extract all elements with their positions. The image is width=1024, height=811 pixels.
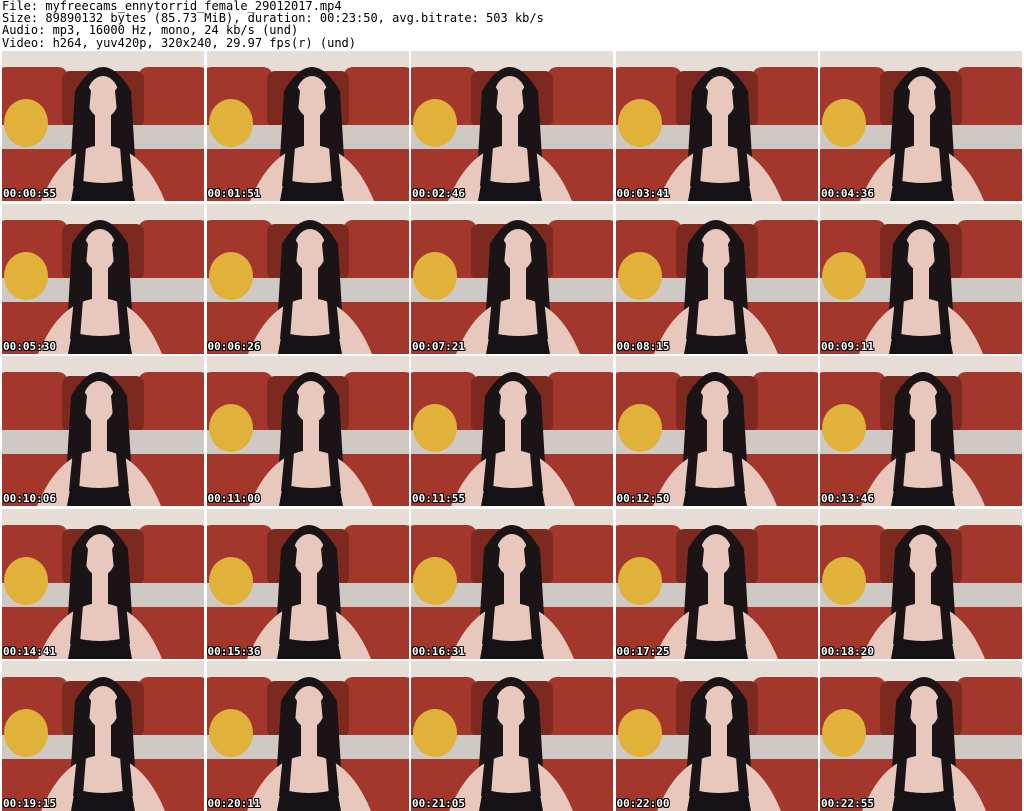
thumbnail-timestamp: 00:15:36 (207, 644, 261, 658)
thumbnail-frame-image (2, 356, 204, 506)
video-thumbnail: 00:07:21 (411, 203, 613, 354)
file-info-header: File: myfreecams_ennytorrid_female_29012… (2, 0, 1022, 50)
thumbnail-frame-image (411, 203, 613, 354)
thumbnail-timestamp: 00:20:11 (207, 797, 261, 810)
thumbnail-frame-image (820, 51, 1022, 201)
thumbnail-timestamp: 00:18:20 (821, 644, 874, 658)
video-thumbnail: 00:16:31 (411, 508, 613, 659)
video-thumbnail: 00:12:50 (615, 356, 818, 506)
thumbnail-frame-image (820, 661, 1022, 811)
thumbnail-grid: 00:00:55 00:01:51 00:02:46 00:03:41 00:04:36… (2, 51, 1022, 811)
thumbnail-frame-image (411, 508, 613, 659)
thumbnail-timestamp: 00:21:05 (412, 797, 465, 810)
video-thumbnail: 00:15:36 (206, 508, 409, 659)
thumbnail-frame-image (411, 661, 613, 811)
video-thumbnail: 00:09:11 (820, 203, 1022, 354)
thumbnail-frame-image (2, 51, 204, 201)
thumbnail-timestamp: 00:08:15 (616, 339, 670, 353)
video-thumbnail: 00:08:15 (615, 203, 818, 354)
thumbnail-frame-image (820, 203, 1022, 354)
thumbnail-frame-image (615, 203, 818, 354)
thumbnail-frame-image (206, 508, 409, 659)
thumbnail-frame-image (820, 356, 1022, 506)
video-thumbnail: 00:01:51 (206, 51, 409, 201)
video-thumbnail: 00:02:46 (411, 51, 613, 201)
thumbnail-timestamp: 00:22:55 (821, 797, 874, 810)
thumbnail-timestamp: 00:06:26 (207, 339, 261, 353)
thumbnail-timestamp: 00:02:46 (412, 187, 465, 200)
video-thumbnail: 00:17:25 (615, 508, 818, 659)
thumbnail-frame-image (206, 356, 409, 506)
thumbnail-timestamp: 00:09:11 (821, 339, 874, 353)
thumbnail-timestamp: 00:22:00 (616, 797, 670, 810)
thumbnail-timestamp: 00:10:06 (3, 492, 56, 505)
video-thumbnail: 00:03:41 (615, 51, 818, 201)
video-thumbnail: 00:11:55 (411, 356, 613, 506)
thumbnail-frame-image (2, 661, 204, 811)
thumbnail-frame-image (206, 203, 409, 354)
thumbnail-frame-image (615, 51, 818, 201)
thumbnail-frame-image (411, 51, 613, 201)
video-thumbnail: 00:05:30 (2, 203, 204, 354)
thumbnail-timestamp: 00:00:55 (3, 187, 56, 200)
thumbnail-timestamp: 00:03:41 (616, 187, 670, 200)
video-thumbnail: 00:18:20 (820, 508, 1022, 659)
video-thumbnail: 00:04:36 (820, 51, 1022, 201)
video-thumbnail: 00:21:05 (411, 661, 613, 811)
thumbnail-timestamp: 00:11:55 (412, 492, 465, 505)
thumbnail-timestamp: 00:13:46 (821, 492, 874, 505)
video-thumbnail: 00:06:26 (206, 203, 409, 354)
thumbnail-timestamp: 00:01:51 (207, 187, 261, 200)
thumbnail-timestamp: 00:14:41 (3, 644, 56, 658)
thumbnail-frame-image (615, 508, 818, 659)
thumbnail-timestamp: 00:19:15 (3, 797, 56, 810)
video-thumbnail: 00:10:06 (2, 356, 204, 506)
video-thumbnail: 00:19:15 (2, 661, 204, 811)
video-thumbnail: 00:13:46 (820, 356, 1022, 506)
thumbnail-timestamp: 00:07:21 (412, 339, 465, 353)
thumbnail-timestamp: 00:17:25 (616, 644, 670, 658)
thumbnail-frame-image (615, 661, 818, 811)
thumbnail-frame-image (2, 203, 204, 354)
video-info-line: Video: h264, yuv420p, 320x240, 29.97 fps… (2, 35, 357, 50)
audio-info-line: Audio: mp3, 16000 Hz, mono, 24 kb/s (und… (2, 23, 299, 38)
thumbnail-timestamp: 00:04:36 (821, 187, 874, 200)
thumbnail-frame-image (820, 508, 1022, 659)
thumbnail-frame-image (206, 661, 409, 811)
video-thumbnail: 00:22:55 (820, 661, 1022, 811)
thumbnail-frame-image (2, 508, 204, 659)
video-thumbnail: 00:20:11 (206, 661, 409, 811)
video-thumbnail: 00:11:00 (206, 356, 409, 506)
video-thumbnail: 00:14:41 (2, 508, 204, 659)
video-thumbnail: 00:00:55 (2, 51, 204, 201)
thumbnail-frame-image (615, 356, 818, 506)
thumbnail-timestamp: 00:11:00 (207, 492, 261, 505)
thumbnail-frame-image (206, 51, 409, 201)
video-thumbnail: 00:22:00 (615, 661, 818, 811)
thumbnail-timestamp: 00:05:30 (3, 339, 56, 353)
thumbnail-frame-image (411, 356, 613, 506)
thumbnail-timestamp: 00:16:31 (412, 644, 465, 658)
thumbnail-timestamp: 00:12:50 (616, 492, 670, 505)
